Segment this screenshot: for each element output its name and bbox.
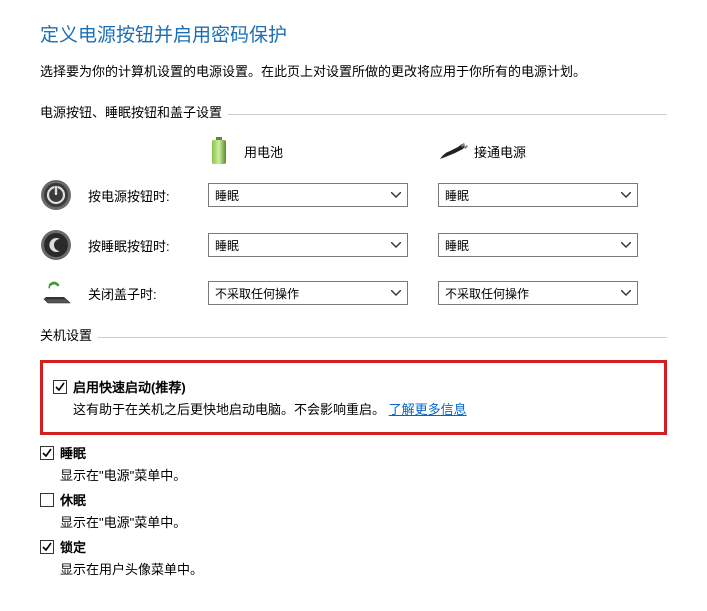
- select-sleep-battery[interactable]: 睡眠: [208, 233, 408, 257]
- group-shutdown-heading: 关机设置: [40, 325, 667, 348]
- divider: [98, 337, 667, 338]
- plug-icon: [438, 141, 474, 161]
- chevron-down-icon: [621, 242, 631, 248]
- label-hibernate-option: 休眠: [60, 490, 86, 509]
- label-close-lid: 关闭盖子时:: [88, 284, 208, 303]
- row-lock-option: 锁定: [40, 537, 667, 556]
- row-power-button: 按电源按钮时: 睡眠 睡眠: [40, 179, 667, 211]
- row-hibernate-option: 休眠: [40, 490, 667, 509]
- header-battery: 用电池: [244, 142, 283, 161]
- chevron-down-icon: [621, 192, 631, 198]
- label-fast-startup: 启用快速启动(推荐): [73, 377, 186, 396]
- select-lid-ac[interactable]: 不采取任何操作: [438, 281, 638, 305]
- battery-icon: [208, 137, 244, 165]
- chevron-down-icon: [621, 290, 631, 296]
- row-sleep-button: 按睡眠按钮时: 睡眠 睡眠: [40, 229, 667, 261]
- divider: [228, 114, 667, 115]
- moon-icon: [40, 229, 72, 261]
- select-power-ac[interactable]: 睡眠: [438, 183, 638, 207]
- select-value: 睡眠: [215, 237, 239, 254]
- link-learn-more[interactable]: 了解更多信息: [389, 402, 467, 417]
- checkbox-lock[interactable]: [40, 540, 54, 554]
- select-value: 不采取任何操作: [445, 285, 529, 302]
- power-icon: [40, 179, 72, 211]
- page-title: 定义电源按钮并启用密码保护: [40, 20, 667, 47]
- select-value: 不采取任何操作: [215, 285, 299, 302]
- label-sleep-button: 按睡眠按钮时:: [88, 236, 208, 255]
- checkbox-hibernate[interactable]: [40, 493, 54, 507]
- select-sleep-ac[interactable]: 睡眠: [438, 233, 638, 257]
- row-close-lid: 关闭盖子时: 不采取任何操作 不采取任何操作: [40, 279, 667, 307]
- select-value: 睡眠: [445, 187, 469, 204]
- group-buttons-heading: 电源按钮、睡眠按钮和盖子设置: [40, 102, 667, 125]
- label-power-button: 按电源按钮时:: [88, 186, 208, 205]
- checkbox-fast-startup[interactable]: [53, 380, 67, 394]
- header-ac: 接通电源: [474, 142, 526, 161]
- select-lid-battery[interactable]: 不采取任何操作: [208, 281, 408, 305]
- row-sleep-option: 睡眠: [40, 443, 667, 462]
- highlight-fast-startup: 启用快速启动(推荐) 这有助于在关机之后更快地启动电脑。不会影响重启。 了解更多…: [40, 360, 667, 435]
- chevron-down-icon: [391, 242, 401, 248]
- label-sleep-option: 睡眠: [60, 443, 86, 462]
- page-subtitle: 选择要为你的计算机设置的电源设置。在此页上对设置所做的更改将应用于你所有的电源计…: [40, 61, 667, 80]
- desc-fast-startup: 这有助于在关机之后更快地启动电脑。不会影响重启。 了解更多信息: [73, 399, 654, 418]
- select-power-battery[interactable]: 睡眠: [208, 183, 408, 207]
- desc-fast-startup-text: 这有助于在关机之后更快地启动电脑。不会影响重启。: [73, 402, 385, 417]
- select-value: 睡眠: [215, 187, 239, 204]
- desc-sleep-option: 显示在"电源"菜单中。: [60, 465, 667, 484]
- checkbox-sleep[interactable]: [40, 446, 54, 460]
- laptop-lid-icon: [40, 279, 74, 307]
- select-value: 睡眠: [445, 237, 469, 254]
- chevron-down-icon: [391, 290, 401, 296]
- chevron-down-icon: [391, 192, 401, 198]
- group-shutdown-label: 关机设置: [40, 325, 98, 344]
- desc-lock-option: 显示在用户头像菜单中。: [60, 559, 667, 578]
- desc-hibernate-option: 显示在"电源"菜单中。: [60, 512, 667, 531]
- label-lock-option: 锁定: [60, 537, 86, 556]
- column-headers: 用电池 接通电源: [40, 137, 667, 165]
- group-buttons-label: 电源按钮、睡眠按钮和盖子设置: [40, 102, 228, 121]
